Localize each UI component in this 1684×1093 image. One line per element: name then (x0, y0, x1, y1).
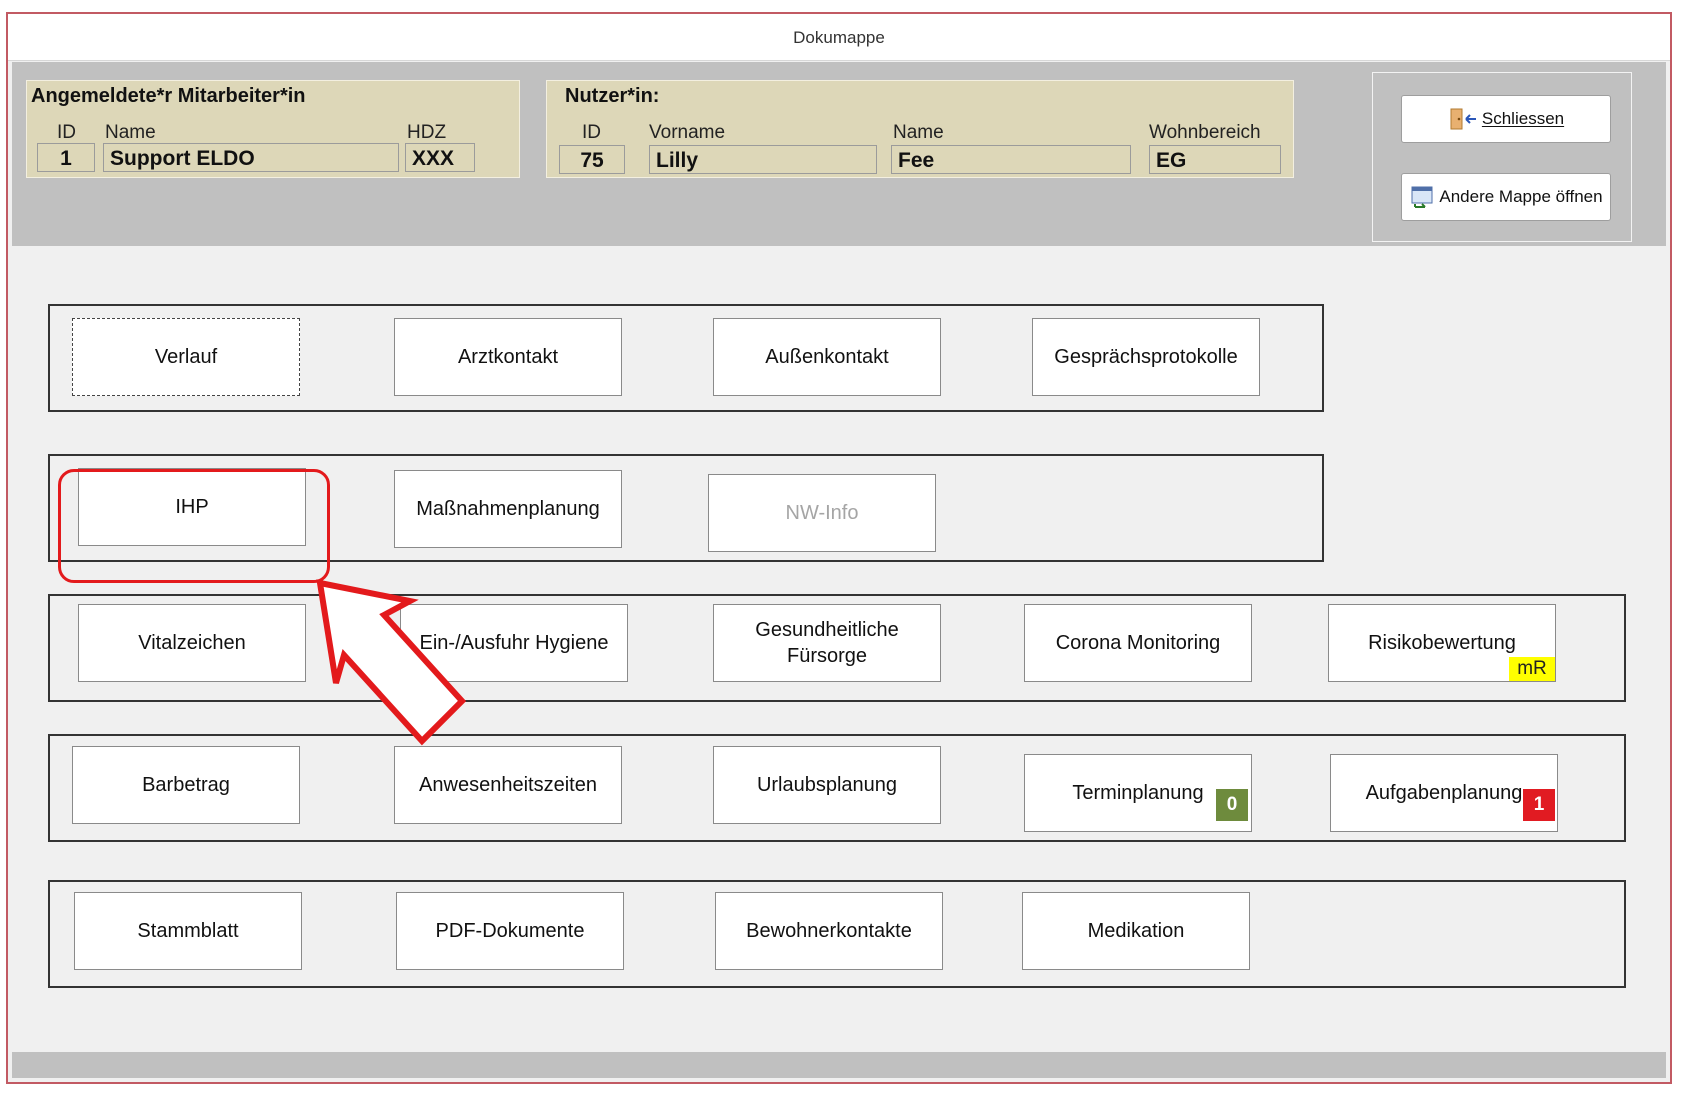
risk-badge: mR (1509, 657, 1555, 681)
medikation-button[interactable]: Medikation (1022, 892, 1250, 970)
open-other-folder-label: Andere Mappe öffnen (1439, 187, 1603, 206)
user-area-label: Wohnbereich (1149, 122, 1261, 143)
header-area: Angemeldete*r Mitarbeiter*in ID Name HDZ… (12, 62, 1666, 246)
window-title: Dokumappe (793, 28, 885, 47)
risikobewertung-label: Risikobewertung (1368, 632, 1516, 654)
user-area-field[interactable]: EG (1149, 145, 1281, 174)
aufgabenplanung-label: Aufgabenplanung (1365, 782, 1523, 804)
user-panel-title: Nutzer*in: (565, 85, 660, 107)
urlaubsplanung-button[interactable]: Urlaubsplanung (713, 746, 941, 824)
aufgabenplanung-button[interactable]: Aufgabenplanung 1 (1330, 754, 1558, 832)
terminplanung-button[interactable]: Terminplanung 0 (1024, 754, 1252, 832)
arztkontakt-button[interactable]: Arztkontakt (394, 318, 622, 396)
vitalzeichen-button[interactable]: Vitalzeichen (78, 604, 306, 682)
employee-hdz-label: HDZ (407, 122, 447, 143)
user-panel: Nutzer*in: ID Vorname Name Wohnbereich 7… (546, 80, 1294, 178)
gesundheitliche-fuersorge-line2: Fürsorge (786, 645, 868, 667)
anwesenheitszeiten-button[interactable]: Anwesenheitszeiten (394, 746, 622, 824)
employee-id-field[interactable]: 1 (37, 143, 95, 172)
aussenkontakt-button[interactable]: Außenkontakt (713, 318, 941, 396)
button-group-documentation: Verlauf Arztkontakt Außenkontakt Gespräc… (48, 304, 1324, 412)
button-group-records: Stammblatt PDF-Dokumente Bewohnerkontakt… (48, 880, 1626, 988)
user-firstname-field[interactable]: Lilly (649, 145, 877, 174)
massnahmenplanung-button[interactable]: Maßnahmenplanung (394, 470, 622, 548)
terminplanung-label: Terminplanung (1072, 782, 1204, 804)
user-id-field[interactable]: 75 (559, 145, 625, 174)
gespraechsprotokolle-button[interactable]: Gesprächsprotokolle (1032, 318, 1260, 396)
close-button[interactable]: Schliessen (1401, 95, 1611, 143)
barbetrag-button[interactable]: Barbetrag (72, 746, 300, 824)
annotation-arrow-icon (316, 579, 467, 746)
nw-info-button[interactable]: NW-Info (708, 474, 936, 552)
verlauf-button[interactable]: Verlauf (72, 318, 300, 396)
exit-door-icon (1448, 107, 1478, 131)
button-group-organization: Barbetrag Anwesenheitszeiten Urlaubsplan… (48, 734, 1626, 842)
command-panel: Schliessen Andere Mappe öffnen (1372, 72, 1632, 242)
user-firstname-label: Vorname (649, 122, 726, 143)
stammblatt-button[interactable]: Stammblatt (74, 892, 302, 970)
footer-bar (12, 1052, 1666, 1078)
user-id-label: ID (582, 122, 601, 143)
user-lastname-field[interactable]: Fee (891, 145, 1131, 174)
title-bar: Dokumappe (8, 14, 1670, 61)
ihp-highlight-frame (58, 469, 330, 583)
corona-monitoring-button[interactable]: Corona Monitoring (1024, 604, 1252, 682)
appointments-count-badge: 0 (1216, 789, 1248, 821)
employee-panel: Angemeldete*r Mitarbeiter*in ID Name HDZ… (26, 80, 520, 178)
tasks-count-badge: 1 (1523, 789, 1555, 821)
user-lastname-label: Name (893, 122, 944, 143)
pdf-dokumente-button[interactable]: PDF-Dokumente (396, 892, 624, 970)
employee-name-field[interactable]: Support ELDO (103, 143, 399, 172)
employee-hdz-field[interactable]: XXX (405, 143, 475, 172)
risikobewertung-button[interactable]: Risikobewertung mR (1328, 604, 1556, 682)
open-other-folder-button[interactable]: Andere Mappe öffnen (1401, 173, 1611, 221)
employee-id-label: ID (57, 122, 76, 143)
close-button-label: Schliessen (1481, 109, 1565, 128)
employee-panel-title: Angemeldete*r Mitarbeiter*in (31, 85, 306, 107)
button-group-health: Vitalzeichen Ein-/Ausfuhr Hygiene Gesund… (48, 594, 1626, 702)
employee-name-label: Name (105, 122, 156, 143)
folder-switch-icon (1409, 184, 1435, 210)
gesundheitliche-fuersorge-line1: Gesundheitliche (755, 619, 899, 641)
gesundheitliche-fuersorge-button[interactable]: Gesundheitliche Fürsorge (713, 604, 941, 682)
bewohnerkontakte-button[interactable]: Bewohnerkontakte (715, 892, 943, 970)
